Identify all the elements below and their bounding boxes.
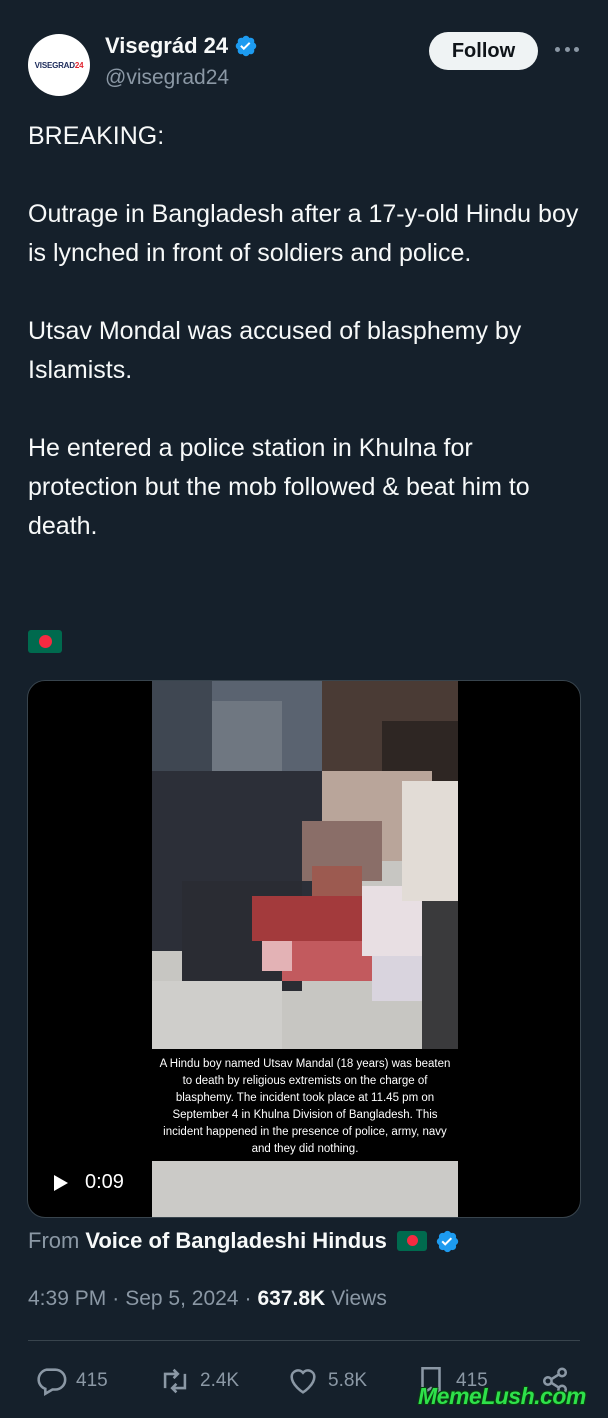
video-source: From Voice of Bangladeshi Hindus — [28, 1228, 460, 1254]
source-from-label: From — [28, 1228, 80, 1253]
heart-icon — [290, 1369, 316, 1394]
video-duration: 0:09 — [85, 1171, 124, 1193]
follow-button[interactable]: Follow — [429, 32, 538, 70]
like-count: 5.8K — [328, 1370, 368, 1391]
video-caption: A Hindu boy named Utsav Mandal (18 years… — [152, 1049, 458, 1161]
views-label: Views — [331, 1287, 387, 1310]
avatar[interactable]: VISEGRAD24 — [28, 34, 90, 96]
handle[interactable]: @visegrad24 — [105, 66, 229, 90]
tweet-time[interactable]: 4:39 PM — [28, 1287, 106, 1311]
display-name[interactable]: Visegrád 24 — [105, 33, 228, 59]
tweet-text: BREAKING: Outrage in Bangladesh after a … — [28, 117, 588, 546]
tweet-line-breaking: BREAKING: — [28, 122, 165, 150]
avatar-logo: VISEGRAD24 — [34, 60, 84, 70]
repost-button[interactable]: 2.4K — [158, 1364, 239, 1398]
video-frame[interactable]: A Hindu boy named Utsav Mandal (18 years… — [152, 681, 458, 1217]
play-icon[interactable] — [54, 1174, 68, 1191]
like-button[interactable]: 5.8K — [286, 1364, 367, 1398]
reply-count: 415 — [76, 1370, 108, 1391]
reply-button[interactable]: 415 — [34, 1364, 108, 1398]
tweet-paragraph-1: Outrage in Bangladesh after a 17-y-old H… — [28, 200, 579, 267]
verified-badge-icon — [436, 1230, 459, 1252]
video-player[interactable]: A Hindu boy named Utsav Mandal (18 years… — [27, 680, 581, 1218]
repost-count: 2.4K — [200, 1370, 240, 1391]
tweet-paragraph-2: Utsav Mondal was accused of blasphemy by… — [28, 317, 522, 384]
verified-badge-icon — [235, 35, 257, 57]
bangladesh-flag-emoji — [28, 630, 62, 653]
reply-icon — [37, 1368, 67, 1397]
repost-icon — [163, 1368, 187, 1394]
bangladesh-flag-emoji — [396, 1231, 427, 1251]
tweet-header: VISEGRAD24 Visegrád 24 @visegrad24 Follo… — [28, 30, 588, 98]
tweet-paragraph-3: He entered a police station in Khulna fo… — [28, 434, 530, 540]
views-count: 637.8K — [257, 1287, 326, 1310]
tweet-meta: 4:39 PM · Sep 5, 2024 · 637.8K Views — [28, 1287, 387, 1311]
name-row: Visegrád 24 — [105, 33, 258, 59]
more-horizontal-icon[interactable] — [552, 36, 582, 62]
tweet-date[interactable]: Sep 5, 2024 — [125, 1287, 238, 1311]
play-control[interactable]: 0:09 — [54, 1171, 124, 1194]
divider — [28, 1340, 580, 1341]
source-name-link[interactable]: Voice of Bangladeshi Hindus — [85, 1228, 387, 1254]
watermark-logo: MemeLush.com — [418, 1383, 586, 1409]
